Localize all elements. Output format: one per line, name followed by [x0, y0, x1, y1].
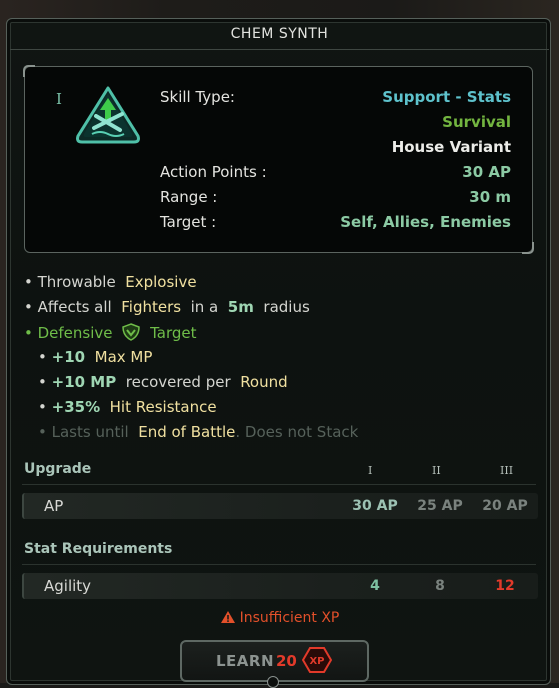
- range-label: Range :: [160, 188, 218, 206]
- agility-rank-1: 4: [370, 578, 380, 594]
- explosive-keyword: Explosive: [125, 273, 197, 291]
- skill-type-value: Support - Stats: [382, 88, 511, 106]
- requirements-divider: [22, 564, 536, 565]
- no-stack-text: . Does not Stack: [235, 423, 359, 441]
- action-points-value: 30 AP: [462, 163, 511, 181]
- skill-title: CHEM SYNTH: [230, 26, 329, 42]
- range-value: 30 m: [469, 188, 511, 206]
- upgrade-rank-1: I: [368, 464, 373, 477]
- throwable-text: Throwable: [37, 273, 116, 291]
- chem-synth-icon: [76, 86, 140, 144]
- title-divider: [10, 49, 549, 50]
- affects-all-text: Affects all: [37, 298, 112, 316]
- end-of-battle-keyword: End of Battle: [138, 423, 236, 441]
- effect-radius: • Affects all Fighters in a 5m radius: [24, 298, 310, 316]
- xp-badge-icon: XP: [302, 647, 332, 673]
- mp-recovery-text: recovered per: [125, 373, 231, 391]
- target-value: Self, Allies, Enemies: [340, 213, 511, 231]
- effect-hit-resistance: • +35% Hit Resistance: [38, 398, 217, 416]
- max-mp-text: Max MP: [94, 348, 153, 366]
- upgrade-heading: Upgrade: [24, 461, 92, 477]
- upgrade-divider: [22, 484, 536, 485]
- upgrade-ap-label: AP: [44, 497, 64, 515]
- upgrade-rank-2: II: [432, 464, 441, 477]
- stat-requirements-heading: Stat Requirements: [24, 541, 173, 557]
- effect-defensive: • Defensive Target: [24, 323, 197, 342]
- effect-duration: • Lasts until End of Battle. Does not St…: [38, 423, 359, 441]
- upgrade-ap-rank-2: 25 AP: [417, 498, 463, 514]
- target-text: Target: [150, 324, 197, 342]
- mp-recovery-value: +10 MP: [51, 373, 117, 391]
- effect-mp-recovery: • +10 MP recovered per Round: [38, 373, 288, 391]
- agility-rank-3: 12: [495, 578, 515, 594]
- max-mp-value: +10: [51, 348, 86, 366]
- upgrade-ap-rank-1: 30 AP: [352, 498, 398, 514]
- warning-text: Insufficient XP: [239, 610, 340, 626]
- skill-rank: I: [56, 90, 62, 108]
- hit-resistance-value: +35%: [51, 398, 101, 416]
- in-a-text: in a: [190, 298, 219, 316]
- upgrade-ap-rank-3: 20 AP: [482, 498, 528, 514]
- shield-icon: [122, 323, 141, 341]
- learn-cost: 20: [276, 652, 297, 670]
- house-variant-tag: House Variant: [391, 138, 511, 156]
- insufficient-xp-warning: Insufficient XP: [0, 610, 559, 626]
- target-label: Target :: [160, 213, 217, 231]
- round-keyword: Round: [240, 373, 288, 391]
- lasts-until-text: Lasts until: [51, 423, 129, 441]
- radius-value: 5m: [227, 298, 254, 316]
- fighters-keyword: Fighters: [121, 298, 182, 316]
- scroll-knob: [267, 676, 279, 688]
- learn-label: LEARN: [216, 652, 275, 670]
- xp-currency: XP: [309, 656, 324, 667]
- warning-icon: [220, 611, 235, 623]
- radius-text: radius: [263, 298, 310, 316]
- survival-tag: Survival: [442, 113, 511, 131]
- defensive-text: Defensive: [37, 324, 113, 342]
- agility-rank-2: 8: [435, 578, 445, 594]
- skill-type-label: Skill Type:: [160, 88, 235, 106]
- upgrade-rank-3: III: [500, 464, 514, 477]
- effect-throwable: • Throwable Explosive: [24, 273, 197, 291]
- agility-label: Agility: [44, 577, 92, 595]
- hit-resistance-text: Hit Resistance: [109, 398, 217, 416]
- effect-max-mp: • +10 Max MP: [38, 348, 153, 366]
- action-points-label: Action Points :: [160, 163, 267, 181]
